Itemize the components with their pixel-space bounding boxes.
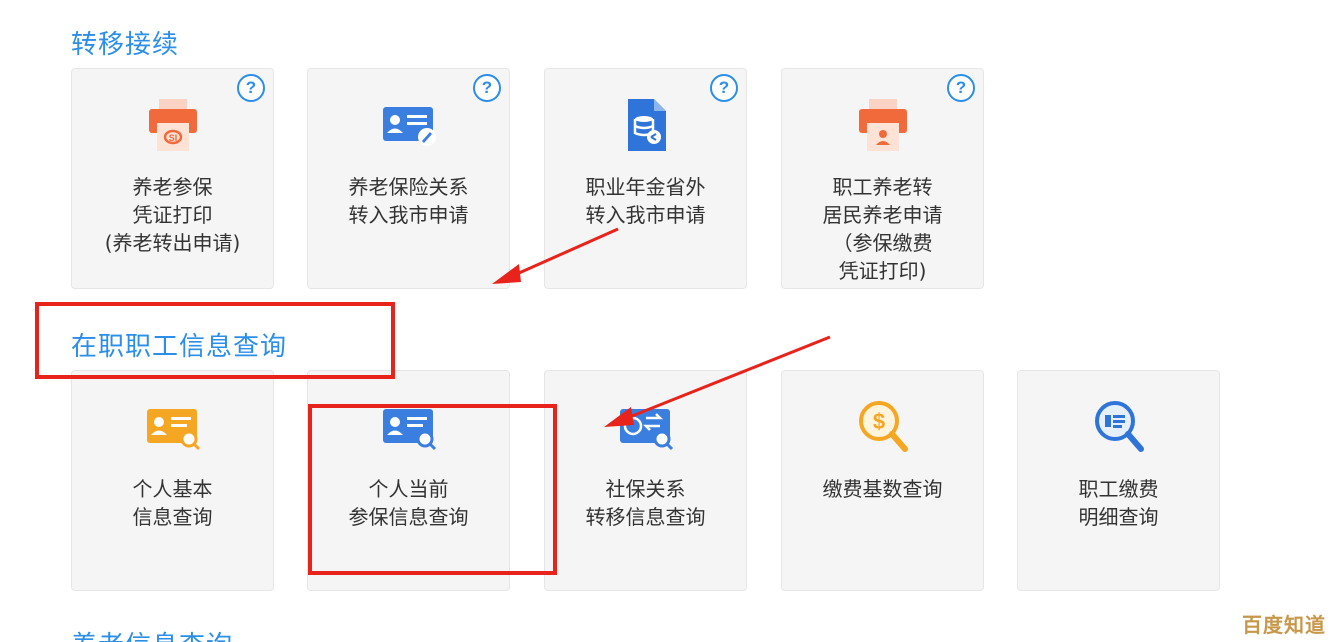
card-label: 职工养老转 居民养老申请 （参保缴费 凭证打印) [822, 175, 943, 283]
help-icon[interactable]: ? [473, 74, 501, 102]
printer-icon: SI [148, 99, 197, 151]
printer-user-icon [858, 99, 907, 151]
page: 转移接续 在职职工信息查询 养老信息查询 ? SI 养老参保 凭证打印 (养老转… [0, 0, 1332, 642]
database-document-icon [627, 99, 666, 151]
card-employee-to-resident-pension[interactable]: ? 职工养老转 居民养老申请 （参保缴费 凭证打印) [781, 68, 984, 289]
card-label: 职工缴费 明细查询 [1078, 477, 1159, 529]
card-occupational-annuity-transfer-in[interactable]: ? 职业年金省外 转入我市申请 [544, 68, 747, 289]
help-icon[interactable]: ? [237, 74, 265, 102]
id-card-search-blue-icon [382, 409, 436, 451]
card-pension-certificate-print[interactable]: ? SI 养老参保 凭证打印 (养老转出申请) [71, 68, 274, 289]
svg-text:$: $ [872, 409, 884, 434]
section-title-employee-query: 在职职工信息查询 [71, 332, 288, 362]
help-icon[interactable]: ? [710, 74, 738, 102]
section-title-pension-query: 养老信息查询 [71, 625, 233, 642]
detail-search-icon [1094, 401, 1144, 452]
transfer-search-icon [619, 409, 673, 451]
card-contribution-detail-query[interactable]: 职工缴费 明细查询 [1017, 370, 1220, 591]
watermark-logo: 百度知道 [1242, 613, 1326, 637]
id-card-search-icon [146, 409, 200, 451]
svg-text:SI: SI [168, 133, 177, 143]
card-label: 职业年金省外 转入我市申请 [585, 175, 706, 227]
card-label: 养老保险关系 转入我市申请 [348, 175, 469, 227]
card-pension-transfer-in[interactable]: ? 养老保险关系 转入我市申请 [307, 68, 510, 289]
card-label: 社保关系 转移信息查询 [585, 477, 706, 529]
card-contribution-base-query[interactable]: $ 缴费基数查询 [781, 370, 984, 591]
card-label: 缴费基数查询 [822, 477, 943, 501]
card-label: 个人基本 信息查询 [132, 477, 213, 529]
dollar-search-icon: $ [858, 401, 908, 452]
card-personal-basic-info-query[interactable]: 个人基本 信息查询 [71, 370, 274, 591]
id-card-edit-icon [382, 107, 436, 146]
card-current-insurance-info-query[interactable]: 个人当前 参保信息查询 [307, 370, 510, 591]
card-label: 养老参保 凭证打印 (养老转出申请) [104, 175, 241, 255]
card-label: 个人当前 参保信息查询 [348, 477, 469, 529]
card-social-security-transfer-query[interactable]: 社保关系 转移信息查询 [544, 370, 747, 591]
help-icon[interactable]: ? [947, 74, 975, 102]
section-title-transfer: 转移接续 [71, 30, 180, 60]
